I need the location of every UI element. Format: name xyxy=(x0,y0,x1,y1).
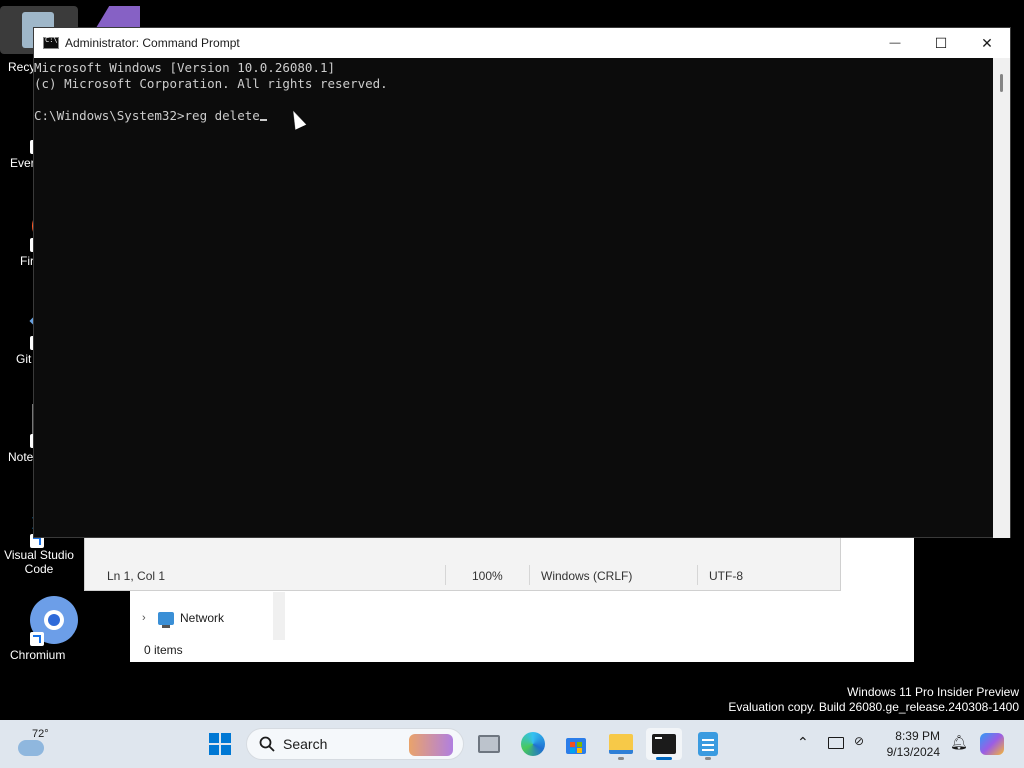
copilot-icon[interactable] xyxy=(980,733,1004,755)
nav-pane-scrollbar[interactable] xyxy=(273,592,285,640)
desktop-icon-label: Note xyxy=(8,450,34,464)
encoding: UTF-8 xyxy=(709,569,743,583)
cloud-icon xyxy=(18,740,44,756)
close-button[interactable]: ✕ xyxy=(964,28,1010,58)
weather-temperature: 72° xyxy=(32,728,49,740)
task-view-button[interactable] xyxy=(471,728,507,760)
start-icon xyxy=(209,733,231,755)
console-prompt-line: C:\Windows\System32>reg delete xyxy=(34,108,994,124)
chevron-right-icon[interactable]: › xyxy=(142,612,152,624)
taskbar-notepad[interactable] xyxy=(690,728,726,760)
notepad-window[interactable]: Ln 1, Col 1 100% Windows (CRLF) UTF-8 xyxy=(84,537,841,591)
close-icon: ✕ xyxy=(981,34,993,51)
task-view-icon xyxy=(478,735,500,753)
nav-item-network[interactable]: › Network xyxy=(142,611,225,628)
status-divider xyxy=(697,565,698,585)
chromium-icon xyxy=(16,596,78,646)
text-cursor xyxy=(259,119,267,121)
maximize-icon: ☐ xyxy=(934,34,948,51)
search-label: Search xyxy=(283,736,328,752)
taskbar: 72° Search ⌃ ⊘ 8:39 PM 9/13/2024 🔔︎ xyxy=(0,720,1024,768)
desktop-icon-label: Recy xyxy=(8,60,36,74)
desktop-icon-label: Visual Studio Code xyxy=(4,548,74,576)
nav-item-label: Network xyxy=(180,611,225,625)
console-line: Microsoft Windows [Version 10.0.26080.1] xyxy=(34,60,336,75)
search-icon xyxy=(259,736,275,752)
start-button[interactable] xyxy=(202,728,238,760)
evaluation-watermark: Windows 11 Pro Insider Preview Evaluatio… xyxy=(728,685,1019,715)
show-hidden-icons-chevron-up-icon[interactable]: ⌃ xyxy=(797,734,809,751)
taskbar-file-explorer[interactable] xyxy=(603,728,639,760)
desktop-icon-label: Ever xyxy=(10,156,35,170)
running-indicator xyxy=(618,757,624,760)
explorer-status-bar: 0 items xyxy=(144,643,183,657)
line-ending: Windows (CRLF) xyxy=(541,569,633,583)
running-indicator xyxy=(705,757,711,760)
watermark-line: Evaluation copy. Build 26080.ge_release.… xyxy=(728,700,1019,714)
weather-widget[interactable]: 72° xyxy=(18,728,68,762)
file-explorer-icon xyxy=(609,734,633,754)
desktop-icon-label: Git xyxy=(16,352,32,366)
cursor-position: Ln 1, Col 1 xyxy=(107,569,166,583)
minimize-button[interactable]: — xyxy=(872,28,918,58)
visual-studio-icon[interactable] xyxy=(96,6,140,28)
console-output[interactable]: Microsoft Windows [Version 10.0.26080.1]… xyxy=(34,58,994,538)
taskbar-edge[interactable] xyxy=(515,728,551,760)
taskbar-search[interactable]: Search xyxy=(246,728,464,760)
scrollbar-thumb[interactable] xyxy=(1000,74,1003,92)
active-indicator xyxy=(656,757,672,760)
title-bar[interactable]: Administrator: Command Prompt — ☐ ✕ xyxy=(34,28,1010,58)
store-icon xyxy=(566,738,586,754)
cmd-app-icon xyxy=(43,36,59,49)
desktop-icon-label: Chromium xyxy=(10,648,66,662)
network-status-icon[interactable]: ⊘ xyxy=(854,734,864,748)
notification-bell-icon[interactable]: 🔔︎ xyxy=(950,734,968,751)
desktop-icon-label: Fir xyxy=(20,254,34,268)
zoom-level: 100% xyxy=(472,569,503,583)
window-title: Administrator: Command Prompt xyxy=(65,36,240,50)
taskbar-terminal[interactable] xyxy=(646,728,682,760)
status-divider xyxy=(445,565,446,585)
clock-date: 9/13/2024 xyxy=(886,745,940,759)
command-prompt-window[interactable]: Administrator: Command Prompt — ☐ ✕ Micr… xyxy=(33,27,1011,538)
status-divider xyxy=(529,565,530,585)
clock-time: 8:39 PM xyxy=(895,729,940,743)
taskbar-store[interactable] xyxy=(558,728,594,760)
notepad-icon xyxy=(698,732,718,756)
network-icon xyxy=(158,611,174,628)
search-highlight-icon xyxy=(409,734,453,756)
terminal-icon xyxy=(652,734,676,754)
vertical-scrollbar[interactable] xyxy=(993,58,1010,538)
maximize-button[interactable]: ☐ xyxy=(918,28,964,58)
watermark-line: Windows 11 Pro Insider Preview xyxy=(847,685,1019,699)
console-command: C:\Windows\System32>reg delete xyxy=(34,108,260,123)
minimize-icon: — xyxy=(889,37,901,49)
display-icon[interactable] xyxy=(828,737,844,749)
system-clock[interactable]: 8:39 PM 9/13/2024 xyxy=(880,728,940,760)
desktop-icon-chromium[interactable]: Chromium xyxy=(0,596,78,662)
edge-icon xyxy=(521,732,545,756)
console-line: (c) Microsoft Corporation. All rights re… xyxy=(34,76,388,91)
